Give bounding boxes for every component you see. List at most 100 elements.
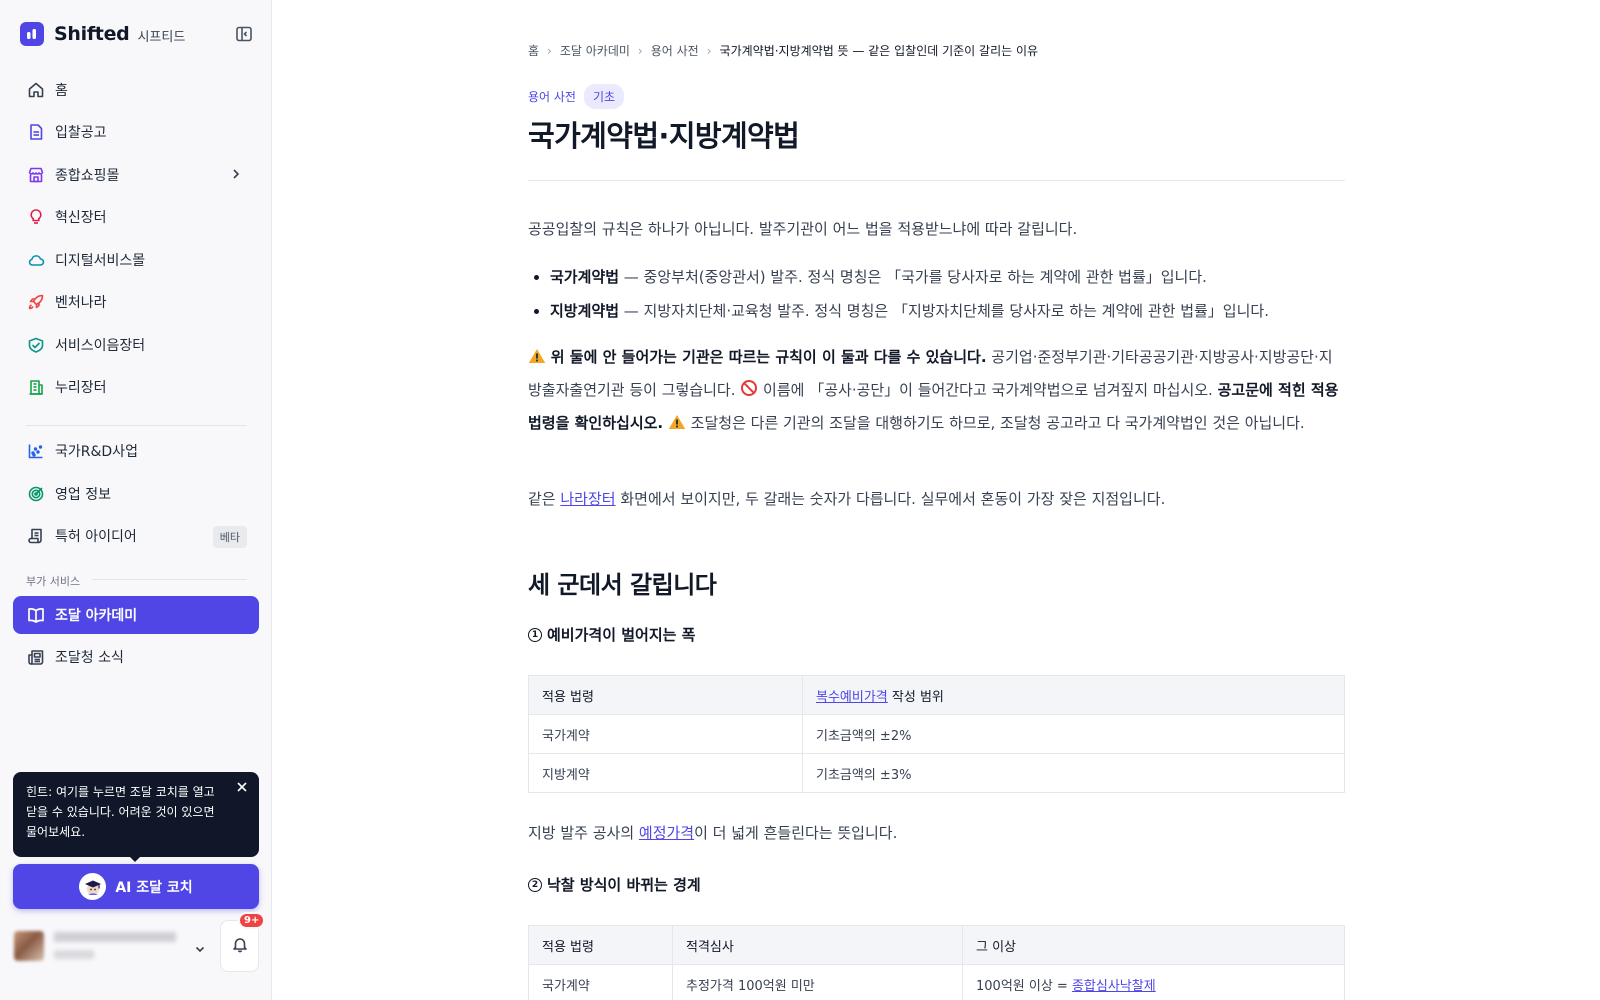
breadcrumb-current: 국가계약법·지방계약법 뜻 — 같은 입찰인데 기준이 갈리는 이유 xyxy=(719,44,1039,58)
term-description: — 중앙부처(중앙관서) 발주. 정식 명칭은 「국가를 당사자로 하는 계약에… xyxy=(619,268,1207,286)
text: 지방 발주 공사의 xyxy=(528,824,639,842)
comprehensive-review-link[interactable]: 종합심사낙찰제 xyxy=(1072,979,1156,994)
home-icon xyxy=(26,80,46,100)
beta-badge: 베타 xyxy=(212,526,247,548)
note-paragraph: 위 둘에 안 들어가는 기관은 따르는 규칙이 이 둘과 다를 수 있습니다. … xyxy=(528,342,1345,441)
table-header-row: 적용 법령 적격심사 그 이상 xyxy=(528,925,1345,965)
section-title: 세 군데서 갈립니다 xyxy=(528,571,717,599)
sidebar-item-home[interactable]: 홈 xyxy=(13,71,259,109)
chevron-right-icon: › xyxy=(547,43,552,58)
handshake-icon xyxy=(26,335,46,355)
table-row: 국가계약 추정가격 100억원 미만 100억원 이상 = 종합심사낙찰제 xyxy=(528,964,1345,1000)
user-email-redacted xyxy=(54,950,94,959)
sidebar-section-label: 부가 서비스 xyxy=(26,575,81,588)
award-method-table: 적용 법령 적격심사 그 이상 국가계약 추정가격 100억원 미만 100억원… xyxy=(528,925,1345,1000)
note-text-3: 조달청은 다른 기관의 조달을 대행하기도 하므로, 조달청 공고라고 다 국가… xyxy=(685,414,1305,432)
building-icon xyxy=(26,377,46,397)
table-header: 적용 법령 xyxy=(528,675,803,715)
nara-marketplace-link[interactable]: 나라장터 xyxy=(560,490,615,508)
sidebar-item-national-rnd[interactable]: 국가R&D사업 xyxy=(13,432,259,470)
sidebar-item-label: 누리장터 xyxy=(55,380,107,396)
table-cell: 추정가격 100억원 미만 xyxy=(672,964,963,1000)
table-header: 복수예비가격 작성 범위 xyxy=(802,675,1345,715)
list-item: 국가계약법 — 중앙부처(중앙관서) 발주. 정식 명칭은 「국가를 당사자로 … xyxy=(528,260,1345,294)
sidebar-item-shopping-mall[interactable]: 종합쇼핑몰 xyxy=(13,156,259,194)
rocket-icon xyxy=(26,292,46,312)
tooltip-arrow xyxy=(128,855,142,862)
chevron-right-icon xyxy=(229,167,243,185)
sidebar-item-innovation-market[interactable]: 혁신장터 xyxy=(13,198,259,236)
user-profile[interactable] xyxy=(12,920,212,972)
warning-icon xyxy=(528,344,546,375)
table-header-row: 적용 법령 복수예비가격 작성 범위 xyxy=(528,675,1345,715)
sidebar-item-label: 혁신장터 xyxy=(55,210,107,226)
subsection-2-title: 2 낙찰 방식이 바뀌는 경계 xyxy=(528,874,701,895)
sidebar: Shifted 시프티드 홈 입찰공고 종합쇼핑몰 혁신장터 디지털서비스몰 벤… xyxy=(0,0,272,1000)
target-icon xyxy=(26,484,46,504)
multiple-reserve-price-link[interactable]: 복수예비가격 xyxy=(816,690,888,705)
subsection-title-text: 예비가격이 벌어지는 폭 xyxy=(547,626,696,644)
subsection-1-title: 1 예비가격이 벌어지는 폭 xyxy=(528,624,695,645)
breadcrumb-home[interactable]: 홈 xyxy=(528,42,539,59)
bell-icon xyxy=(231,935,249,957)
breadcrumb-academy[interactable]: 조달 아카데미 xyxy=(560,42,630,59)
brand[interactable]: Shifted 시프티드 xyxy=(20,22,185,46)
chevron-right-icon: › xyxy=(706,43,712,58)
sidebar-item-nuri-market[interactable]: 누리장터 xyxy=(13,368,259,406)
chevron-right-icon: › xyxy=(637,43,643,58)
number-badge: 1 xyxy=(528,627,542,642)
price-range-table: 적용 법령 복수예비가격 작성 범위 국가계약 기초금액의 ±2% 지방계약 기… xyxy=(528,675,1345,793)
sidebar-item-venture-nara[interactable]: 벤처나라 xyxy=(13,283,259,321)
table-header-text: 작성 범위 xyxy=(891,689,944,705)
notification-count-badge: 9+ xyxy=(238,912,266,929)
sidebar-item-label: 국가R&D사업 xyxy=(55,444,138,460)
text: 화면에서 보이지만, 두 갈래는 숫자가 다릅니다. 실무에서 혼동이 가장 잦… xyxy=(615,490,1166,508)
ai-coach-button[interactable]: AI 조달 코치 xyxy=(13,864,259,909)
sidebar-item-patent-ideas[interactable]: 특허 아이디어 베타 xyxy=(13,517,259,555)
book-icon xyxy=(26,605,46,625)
sidebar-item-academy[interactable]: 조달 아카데미 xyxy=(13,596,259,634)
coach-hint-tooltip: 힌트: 여기를 누르면 조달 코치를 열고 닫을 수 있습니다. 어려운 것이 … xyxy=(13,772,259,857)
note-text-2: 이름에 「공사·공단」이 들어간다고 국가계약법으로 넘겨짚지 마십시오. xyxy=(758,381,1218,399)
close-icon[interactable] xyxy=(235,780,249,794)
note-strong-1: 위 둘에 안 들어가는 기관은 따르는 규칙이 이 둘과 다를 수 있습니다. xyxy=(550,348,987,366)
estimated-price-link[interactable]: 예정가격 xyxy=(639,824,694,842)
shifted-logo-icon xyxy=(20,22,44,46)
sidebar-section-divider xyxy=(92,579,247,580)
nara-paragraph: 같은 나라장터 화면에서 보이지만, 두 갈래는 숫자가 다릅니다. 실무에서 … xyxy=(528,484,1345,515)
text: 같은 xyxy=(528,490,561,508)
table-cell: 100억원 이상 = 종합심사낙찰제 xyxy=(962,964,1345,1000)
warning-icon xyxy=(668,410,686,441)
term-description: — 지방자치단체·교육청 발주. 정식 명칭은 「지방자치단체를 당사자로 하는… xyxy=(619,302,1269,320)
breadcrumb-glossary[interactable]: 용어 사전 xyxy=(651,42,699,59)
table-cell: 기초금액의 ±3% xyxy=(802,753,1345,793)
sidebar-item-pps-news[interactable]: 조달청 소식 xyxy=(13,638,259,676)
text: 이 더 넓게 흔들린다는 뜻입니다. xyxy=(694,824,898,842)
sidebar-item-digital-service-mall[interactable]: 디지털서비스몰 xyxy=(13,241,259,279)
sidebar-item-service-market[interactable]: 서비스이음장터 xyxy=(13,326,259,364)
sidebar-item-label: 서비스이음장터 xyxy=(55,338,146,354)
sidebar-item-label: 조달 아카데미 xyxy=(55,608,138,624)
estimated-price-paragraph: 지방 발주 공사의 예정가격이 더 넓게 흔들린다는 뜻입니다. xyxy=(528,818,1345,849)
category-link[interactable]: 용어 사전 xyxy=(528,88,576,105)
avatar xyxy=(14,931,44,961)
sidebar-item-sales-info[interactable]: 영업 정보 xyxy=(13,475,259,513)
sidebar-item-label: 입찰공고 xyxy=(55,125,107,141)
list-item: 지방계약법 — 지방자치단체·교육청 발주. 정식 명칭은 「지방자치단체를 당… xyxy=(528,294,1345,328)
law-list: 국가계약법 — 중앙부처(중앙관서) 발주. 정식 명칭은 「국가를 당사자로 … xyxy=(528,260,1345,328)
sidebar-item-bid-notices[interactable]: 입찰공고 xyxy=(13,113,259,151)
store-icon xyxy=(26,165,46,185)
title-divider xyxy=(528,180,1345,181)
collapse-sidebar-icon[interactable] xyxy=(234,24,254,44)
breadcrumb: 홈 › 조달 아카데미 › 용어 사전 › 국가계약법·지방계약법 뜻 — 같은… xyxy=(528,42,1038,59)
prohibited-icon xyxy=(740,377,758,408)
sidebar-item-label: 디지털서비스몰 xyxy=(55,253,146,269)
document-icon xyxy=(26,122,46,142)
table-cell: 국가계약 xyxy=(528,964,673,1000)
ai-coach-label: AI 조달 코치 xyxy=(115,879,193,896)
scatter-chart-icon xyxy=(26,441,46,461)
table-cell: 국가계약 xyxy=(528,714,803,754)
brand-subtitle: 시프티드 xyxy=(137,30,186,45)
table-header: 적용 법령 xyxy=(528,925,673,965)
table-header: 그 이상 xyxy=(962,925,1345,965)
